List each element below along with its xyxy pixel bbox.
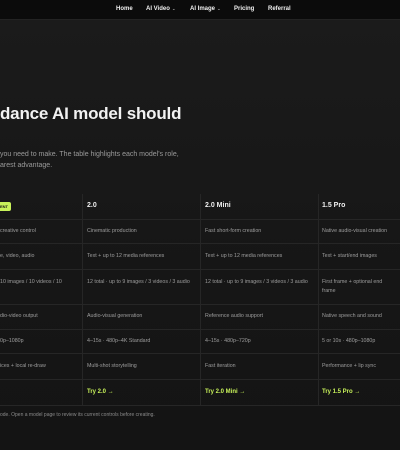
chevron-down-icon: ⌄ bbox=[171, 5, 176, 11]
table-cell: Performance + lip sync bbox=[322, 363, 377, 369]
nav-ai-image-label: AI Image bbox=[190, 6, 216, 12]
row-divider bbox=[0, 304, 400, 305]
table-cell: 4–15s · 480p–4K Standard bbox=[87, 338, 151, 344]
nav-referral[interactable]: Referral bbox=[268, 6, 291, 12]
nav-ai-video[interactable]: AI Video ⌄ bbox=[146, 5, 176, 13]
arrow-right-icon: → bbox=[354, 389, 361, 395]
table-cell: Multi-shot storytelling bbox=[87, 363, 137, 369]
table-cell: 5 or 10s · 480p–1080p bbox=[322, 338, 376, 344]
column-divider bbox=[200, 194, 201, 406]
table-cell: Fast short-form creation bbox=[205, 228, 262, 234]
page-subtitle-line2: arest advantage. bbox=[0, 162, 53, 169]
row-divider bbox=[0, 219, 400, 220]
nav-ai-video-label: AI Video bbox=[146, 6, 170, 12]
table-cell: Cinematic production bbox=[87, 228, 137, 234]
row-divider bbox=[0, 243, 400, 244]
table-cell: 4–15s · 480p–720p bbox=[205, 338, 251, 344]
table-cell: First frame + optional end frame bbox=[322, 279, 383, 294]
table-cell: Text + up to 12 media references bbox=[87, 253, 165, 259]
table-cell: Native audio-visual creation bbox=[322, 228, 388, 234]
nav-pricing[interactable]: Pricing bbox=[234, 6, 254, 12]
row-divider bbox=[0, 329, 400, 330]
table-cell: Reference audio support bbox=[205, 313, 264, 319]
try-2-0-mini-label: Try 2.0 Mini bbox=[205, 389, 238, 395]
table-cell: 12 total · up to 9 images / 3 videos / 3… bbox=[87, 279, 190, 285]
column-divider bbox=[318, 194, 319, 406]
try-2-0-label: Try 2.0 bbox=[87, 389, 107, 395]
arrow-right-icon: → bbox=[107, 389, 114, 395]
try-2-0-mini-button[interactable]: Try 2.0 Mini → bbox=[205, 389, 245, 395]
arrow-right-icon: → bbox=[239, 389, 246, 395]
table-footnote: ode. Open a model page to review its cur… bbox=[0, 412, 155, 418]
page-subtitle-line1: you need to make. The table highlights e… bbox=[0, 151, 179, 158]
try-1-5-pro-button[interactable]: Try 1.5 Pro → bbox=[322, 389, 360, 395]
chevron-down-icon: ⌄ bbox=[217, 5, 221, 11]
row-divider bbox=[0, 353, 400, 354]
column-header-2-0-mini: 2.0 Mini bbox=[205, 202, 231, 209]
table-cell: 12 total · up to 9 images / 3 videos / 3… bbox=[205, 279, 308, 285]
nav-home[interactable]: Home bbox=[116, 6, 133, 12]
table-cell: Audio-visual generation bbox=[87, 313, 143, 319]
table-cell: Text + up to 12 media references bbox=[205, 253, 283, 259]
row-divider bbox=[0, 269, 400, 270]
nav-ai-image[interactable]: AI Image ⌄ bbox=[190, 5, 221, 13]
row-divider bbox=[0, 405, 400, 406]
table-cell: Text + start/end images bbox=[322, 253, 377, 259]
recommended-badge: ENT bbox=[0, 202, 11, 211]
row-divider bbox=[0, 379, 400, 380]
page-headline: dance AI model should bbox=[0, 104, 182, 123]
top-nav: Home AI Video ⌄ AI Image ⌄ Pricing Referra… bbox=[0, 0, 400, 20]
try-1-5-pro-label: Try 1.5 Pro bbox=[322, 389, 353, 395]
table-cell: Fast iteration bbox=[205, 363, 236, 369]
table-cell: Native speech and sound bbox=[322, 313, 382, 319]
column-header-2-0: 2.0 bbox=[87, 202, 97, 209]
try-2-0-button[interactable]: Try 2.0 → bbox=[87, 389, 114, 395]
column-header-1-5-pro: 1.5 Pro bbox=[322, 202, 346, 209]
column-divider bbox=[82, 194, 83, 406]
